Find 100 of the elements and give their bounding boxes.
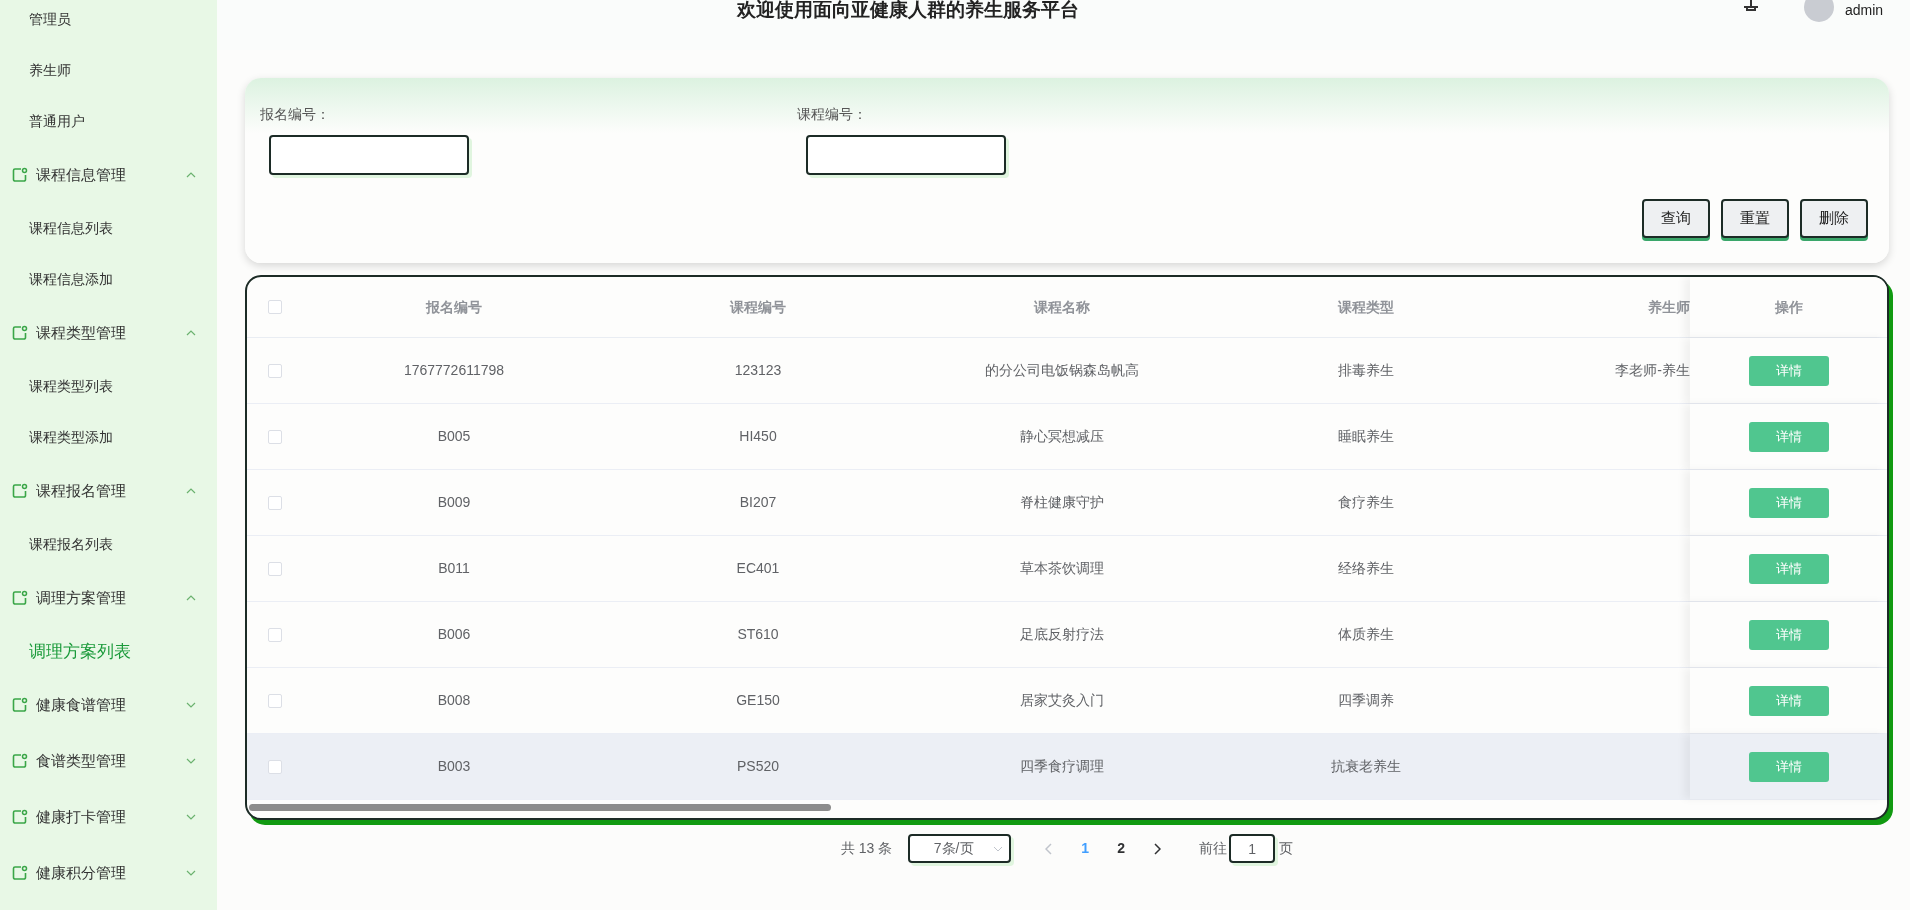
menu-group[interactable]: 食谱类型管理 bbox=[0, 733, 217, 789]
chevron-up-icon bbox=[185, 171, 197, 179]
menu-group[interactable]: 健康食谱管理 bbox=[0, 677, 217, 733]
menu-group-label: 调理方案管理 bbox=[36, 587, 126, 608]
menu-group[interactable]: 健康打卡管理 bbox=[0, 789, 217, 845]
table-cell-text: B009 bbox=[437, 493, 471, 512]
avatar[interactable] bbox=[1804, 0, 1834, 22]
menu-group[interactable]: 课程报名管理 bbox=[0, 463, 217, 519]
field-label: 课程编号： bbox=[797, 105, 867, 124]
table-cell-text: 抗衰老养生 bbox=[1331, 757, 1401, 776]
chevron-down-icon bbox=[185, 701, 197, 709]
text-input[interactable] bbox=[806, 135, 1006, 175]
table-cell-text: 静心冥想减压 bbox=[1020, 427, 1104, 446]
table-cell-text: B008 bbox=[437, 691, 471, 710]
horizontal-scrollbar[interactable] bbox=[249, 804, 831, 811]
column-header: 课程编号 bbox=[730, 297, 786, 317]
table-cell-text: B006 bbox=[437, 625, 471, 644]
table-cell-text: 草本茶饮调理 bbox=[1020, 559, 1104, 578]
sidebar-item[interactable]: 课程信息添加 bbox=[0, 254, 217, 305]
next-page-icon[interactable] bbox=[1153, 842, 1162, 855]
table-cell-text: 体质养生 bbox=[1338, 625, 1394, 644]
column-header: 课程名称 bbox=[1034, 297, 1090, 317]
sidebar-item[interactable]: 课程报名列表 bbox=[0, 519, 217, 570]
username: admin bbox=[1845, 1, 1884, 20]
table-cell-text: 李老师-养生 bbox=[1615, 361, 1690, 380]
table-cell-text: 经络养生 bbox=[1338, 559, 1394, 578]
sidebar-item[interactable]: 课程类型列表 bbox=[0, 361, 217, 412]
table-cell-text: 足底反射疗法 bbox=[1020, 625, 1104, 644]
chevron-down-icon bbox=[185, 813, 197, 821]
table-cell-text: HI450 bbox=[739, 427, 777, 446]
table-cell-text: 123123 bbox=[734, 361, 782, 380]
table-cell-text: 四季食疗调理 bbox=[1020, 757, 1104, 776]
page-title: 欢迎使用面向亚健康人群的养生服务平台 bbox=[737, 0, 1079, 22]
sidebar-item[interactable]: 课程信息列表 bbox=[0, 203, 217, 254]
menu-group-label: 食谱类型管理 bbox=[36, 750, 126, 771]
folder-icon bbox=[12, 753, 28, 769]
table-cell-text: B011 bbox=[438, 559, 470, 578]
page-input[interactable]: 1 bbox=[1229, 834, 1276, 863]
table-cell-text: B003 bbox=[437, 757, 471, 776]
table-cell-text: EC401 bbox=[736, 559, 780, 578]
checkbox[interactable] bbox=[267, 300, 282, 314]
menu-group[interactable]: 健康积分管理 bbox=[0, 845, 217, 901]
search-button[interactable]: 查询 bbox=[1642, 199, 1710, 238]
chevron-up-icon bbox=[185, 329, 197, 337]
chevron-up-icon bbox=[185, 594, 197, 602]
page-number[interactable]: 2 bbox=[1103, 838, 1140, 859]
chevron-up-icon bbox=[185, 487, 197, 495]
goto-label: 前往 bbox=[1199, 839, 1228, 858]
previous-page-icon[interactable] bbox=[1045, 842, 1054, 855]
table-cell-text: BI207 bbox=[739, 493, 777, 512]
column-header: 课程类型 bbox=[1338, 297, 1394, 317]
menu-group[interactable]: 课程类型管理 bbox=[0, 305, 217, 361]
sidebar-item[interactable]: 普通用户 bbox=[0, 96, 217, 147]
total-count: 共 13 条 bbox=[840, 839, 893, 858]
table-cell-text: 脊柱健康守护 bbox=[1020, 493, 1104, 512]
menu-group-label: 课程报名管理 bbox=[36, 480, 126, 501]
table-cell-text: 的分公司电饭锅森岛帆高 bbox=[985, 361, 1139, 380]
checkbox[interactable] bbox=[267, 759, 282, 774]
page-suffix: 页 bbox=[1279, 839, 1294, 858]
table-cell-text: 食疗养生 bbox=[1338, 493, 1394, 512]
checkbox[interactable] bbox=[267, 363, 282, 378]
search-button[interactable]: 删除 bbox=[1800, 199, 1868, 238]
column-header: 报名编号 bbox=[426, 297, 482, 317]
table-cell-text: B005 bbox=[437, 427, 471, 446]
page-size-select[interactable]: 7条/页 bbox=[908, 834, 1012, 863]
table-cell-text: 睡眠养生 bbox=[1338, 427, 1394, 446]
menu-group-label: 健康打卡管理 bbox=[36, 806, 126, 827]
table-cell-text: PS520 bbox=[736, 757, 779, 776]
checkbox[interactable] bbox=[267, 627, 282, 642]
menu-group[interactable]: 课程信息管理 bbox=[0, 147, 217, 203]
sidebar-item[interactable]: 管理员 bbox=[0, 0, 217, 45]
checkbox[interactable] bbox=[267, 693, 282, 708]
sidebar-item[interactable]: 养生师 bbox=[0, 45, 217, 96]
checkbox[interactable] bbox=[267, 495, 282, 510]
chevron-down-icon bbox=[185, 757, 197, 765]
folder-icon bbox=[12, 325, 28, 341]
column-header: 养生师 bbox=[1648, 297, 1690, 317]
menu-group-label: 健康食谱管理 bbox=[36, 694, 126, 715]
column-header: 操作 bbox=[1774, 297, 1803, 317]
folder-icon bbox=[12, 590, 28, 606]
table-cell-text: 排毒养生 bbox=[1338, 361, 1394, 380]
chevron-down-icon bbox=[993, 845, 1004, 852]
search-button[interactable]: 重置 bbox=[1721, 199, 1789, 238]
checkbox[interactable] bbox=[267, 429, 282, 444]
text-input[interactable] bbox=[269, 135, 469, 175]
table-cell-text: 四季调养 bbox=[1338, 691, 1394, 710]
menu-group[interactable]: 调理方案管理 bbox=[0, 570, 217, 626]
table-cell-text: GE150 bbox=[736, 691, 780, 710]
folder-icon bbox=[12, 865, 28, 881]
table-cell-text: 1767772611798 bbox=[403, 361, 505, 380]
folder-icon bbox=[12, 697, 28, 713]
menu-group-label: 课程信息管理 bbox=[36, 164, 126, 185]
field-label: 报名编号： bbox=[260, 105, 330, 124]
table-cell-text: 居家艾灸入门 bbox=[1020, 691, 1104, 710]
menu-group-label: 课程类型管理 bbox=[36, 322, 126, 343]
checkbox[interactable] bbox=[267, 561, 282, 576]
folder-icon bbox=[12, 483, 28, 499]
sidebar-item[interactable]: 课程类型添加 bbox=[0, 412, 217, 463]
folder-icon bbox=[12, 809, 28, 825]
chevron-down-icon bbox=[185, 869, 197, 877]
